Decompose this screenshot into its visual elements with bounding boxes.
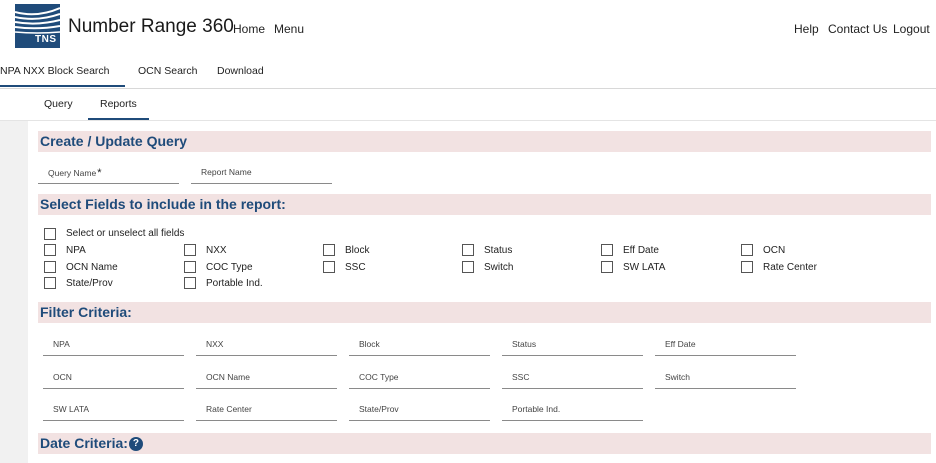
filter-rate-center-label: Rate Center [206, 404, 252, 414]
filter-block-input[interactable]: Block [349, 337, 490, 356]
question-icon[interactable]: ? [128, 437, 143, 452]
section-title: Create / Update Query [40, 133, 188, 149]
subtab-query[interactable]: Query [44, 98, 73, 110]
filter-ssc-label: SSC [512, 372, 530, 382]
checkbox-ocn[interactable] [741, 244, 753, 256]
checkbox-label-sw-lata: SW LATA [623, 262, 666, 273]
checkbox-label-ssc: SSC [345, 262, 366, 273]
checkbox-label-state-prov: State/Prov [66, 278, 113, 289]
checkbox-ssc[interactable] [323, 261, 335, 273]
filter-switch-label: Switch [665, 372, 691, 382]
filter-npa-input[interactable]: NPA [43, 337, 184, 356]
checkbox-status[interactable] [462, 244, 474, 256]
section-filter-criteria: Filter Criteria: [38, 302, 931, 323]
tab-download[interactable]: Download [217, 65, 264, 77]
checkbox-label-portable-ind: Portable Ind. [206, 278, 263, 289]
main-tabbar: NPA NXX Block Search OCN Search Download [0, 60, 936, 89]
checkbox-rate-center[interactable] [741, 261, 753, 273]
section-title: Filter Criteria: [40, 304, 132, 320]
select-all-checkbox[interactable] [44, 228, 56, 240]
filter-coc-type-input[interactable]: COC Type [349, 370, 490, 389]
filter-nxx-input[interactable]: NXX [196, 337, 337, 356]
report-name-field[interactable]: Report Name [191, 165, 332, 184]
checkbox-label-ocn: OCN [763, 245, 786, 256]
filter-status-input[interactable]: Status [502, 337, 643, 356]
filter-rate-center-input[interactable]: Rate Center [196, 402, 337, 421]
app-title: Number Range 360 [68, 16, 234, 37]
query-name-field[interactable]: Query Name* [38, 165, 179, 184]
checkbox-label-eff-date: Eff Date [623, 245, 659, 256]
nav-logout-link[interactable]: Logout [893, 22, 930, 36]
section-date-criteria: Date Criteria:? [38, 433, 931, 454]
filter-sw-lata-input[interactable]: SW LATA [43, 402, 184, 421]
filter-state-prov-input[interactable]: State/Prov [349, 402, 490, 421]
filter-ssc-input[interactable]: SSC [502, 370, 643, 389]
checkbox-label-rate-center: Rate Center [763, 262, 817, 273]
filter-block-label: Block [359, 339, 380, 349]
checkbox-nxx[interactable] [184, 244, 196, 256]
nav-menu-link[interactable]: Menu [274, 22, 304, 36]
nav-contact-link[interactable]: Contact Us [828, 22, 887, 36]
active-tab-indicator [0, 85, 125, 87]
filter-ocn-label: OCN [53, 372, 72, 382]
query-name-label: Query Name [48, 168, 97, 178]
logo-text: TNS [35, 34, 57, 45]
checkbox-switch[interactable] [462, 261, 474, 273]
filter-portable-ind-input[interactable]: Portable Ind. [502, 402, 643, 421]
left-gutter [0, 121, 28, 463]
filter-eff-date-input[interactable]: Eff Date [655, 337, 796, 356]
filter-switch-input[interactable]: Switch [655, 370, 796, 389]
filter-ocn-name-label: OCN Name [206, 372, 250, 382]
section-create-update-query: Create / Update Query [38, 131, 931, 152]
nav-home-link[interactable]: Home [233, 22, 265, 36]
active-subtab-indicator [88, 118, 149, 120]
checkbox-label-block: Block [345, 245, 370, 256]
checkbox-label-nxx: NXX [206, 245, 227, 256]
required-mark: * [97, 167, 102, 179]
filter-ocn-input[interactable]: OCN [43, 370, 184, 389]
filter-nxx-label: NXX [206, 339, 224, 349]
nav-help-link[interactable]: Help [794, 22, 819, 36]
subtab-reports[interactable]: Reports [100, 98, 137, 110]
filter-state-prov-label: State/Prov [359, 404, 399, 414]
checkbox-label-coc-type: COC Type [206, 262, 253, 273]
checkbox-label-ocn-name: OCN Name [66, 262, 118, 273]
checkbox-ocn-name[interactable] [44, 261, 56, 273]
checkbox-label-npa: NPA [66, 245, 86, 256]
tns-logo[interactable]: TNS [15, 4, 60, 48]
section-title: Date Criteria: [40, 435, 128, 451]
checkbox-label-status: Status [484, 245, 513, 256]
tab-npa-nxx-block-search[interactable]: NPA NXX Block Search [0, 65, 110, 77]
filter-eff-date-label: Eff Date [665, 339, 696, 349]
checkbox-state-prov[interactable] [44, 277, 56, 289]
filter-status-label: Status [512, 339, 537, 349]
filter-portable-ind-label: Portable Ind. [512, 404, 561, 414]
report-name-label: Report Name [201, 167, 252, 177]
checkbox-block[interactable] [323, 244, 335, 256]
tab-ocn-search[interactable]: OCN Search [138, 65, 198, 77]
checkbox-sw-lata[interactable] [601, 261, 613, 273]
checkbox-portable-ind[interactable] [184, 277, 196, 289]
checkbox-npa[interactable] [44, 244, 56, 256]
section-title: Select Fields to include in the report: [40, 196, 286, 212]
select-all-label: Select or unselect all fields [66, 228, 185, 239]
checkbox-label-switch: Switch [484, 262, 514, 273]
filter-sw-lata-label: SW LATA [53, 404, 90, 414]
checkbox-eff-date[interactable] [601, 244, 613, 256]
section-select-fields: Select Fields to include in the report: [38, 194, 931, 215]
filter-ocn-name-input[interactable]: OCN Name [196, 370, 337, 389]
sub-tabbar: Query Reports [0, 90, 936, 121]
filter-npa-label: NPA [53, 339, 70, 349]
app-header: TNS Number Range 360 Home Menu Help Cont… [0, 0, 936, 56]
filter-coc-type-label: COC Type [359, 372, 399, 382]
checkbox-coc-type[interactable] [184, 261, 196, 273]
